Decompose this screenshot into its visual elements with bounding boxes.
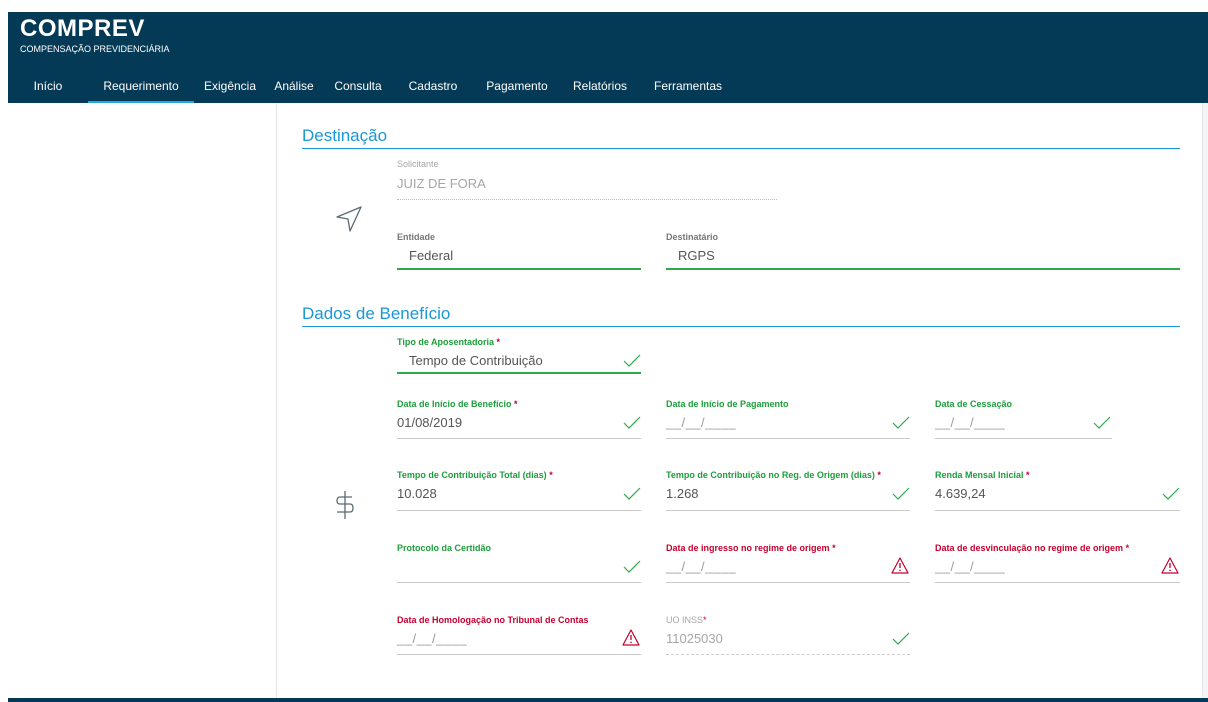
tempo-contribuicao-total-value: 10.028: [397, 486, 437, 501]
data-desvinculacao-regime-underline: [935, 582, 1180, 583]
uo-inss-label: UO INSS*: [666, 615, 707, 625]
solicitante-label: Solicitante: [397, 159, 439, 169]
data-cessacao-underline: [935, 438, 1112, 439]
tipo-aposentadoria-value: Tempo de Contribuição: [409, 353, 543, 368]
data-ingresso-regime-underline: [666, 582, 910, 583]
data-ingresso-regime-field[interactable]: Data de ingresso no regime de origem * _…: [666, 542, 910, 584]
nav-item-cadastro[interactable]: Cadastro: [394, 74, 472, 103]
data-homologacao-underline: [397, 654, 641, 655]
warning-icon: [622, 629, 640, 646]
renda-mensal-inicial-underline: [935, 510, 1180, 511]
data-homologacao-value: __/__/____: [397, 631, 468, 646]
protocolo-certidao-field[interactable]: Protocolo da Certidão: [397, 542, 641, 584]
data-desvinculacao-regime-label: Data de desvinculação no regime de orige…: [935, 543, 1130, 553]
app-header: COMPREV COMPENSAÇÃO PREVIDENCIÁRIA Iníci…: [8, 12, 1208, 105]
nav-item-analise[interactable]: Análise: [266, 74, 322, 103]
check-icon: [623, 560, 641, 573]
check-icon: [623, 487, 641, 500]
data-inicio-pagamento-field[interactable]: Data de Início de Pagamento __/__/____: [666, 398, 910, 440]
warning-icon: [891, 557, 909, 574]
renda-mensal-inicial-value: 4.639,24: [935, 486, 986, 501]
destinatario-underline: [666, 268, 1180, 270]
tipo-aposentadoria-select[interactable]: Tipo de Aposentadoria * Tempo de Contrib…: [397, 336, 641, 376]
check-icon: [1162, 487, 1180, 500]
nav-item-ferramentas[interactable]: Ferramentas: [638, 74, 738, 103]
tipo-aposentadoria-underline: [397, 372, 641, 374]
tempo-contribuicao-origem-field[interactable]: Tempo de Contribuição no Reg. de Origem …: [666, 469, 910, 511]
solicitante-underline: [397, 199, 777, 200]
nav-item-relatorios[interactable]: Relatórios: [562, 74, 638, 103]
tempo-contribuicao-origem-value: 1.268: [666, 486, 699, 501]
nav-item-requerimento[interactable]: Requerimento: [88, 74, 194, 105]
scrollbar-track[interactable]: [1202, 103, 1208, 698]
data-inicio-pagamento-underline: [666, 438, 910, 439]
tempo-contribuicao-total-label: Tempo de Contribuição Total (dias) *: [397, 470, 553, 480]
data-inicio-beneficio-field[interactable]: Data de Início de Benefício * 01/08/2019: [397, 398, 641, 440]
data-desvinculacao-regime-value: __/__/____: [935, 559, 1006, 574]
destinatario-label: Destinatário: [666, 232, 719, 242]
uo-inss-underline: [666, 654, 910, 655]
data-homologacao-label: Data de Homologação no Tribunal de Conta…: [397, 615, 589, 625]
solicitante-value: JUIZ DE FORA: [397, 176, 486, 191]
check-icon: [892, 487, 910, 500]
navigation-arrow-icon: [334, 204, 364, 239]
check-icon: [1093, 416, 1111, 429]
data-cessacao-label: Data de Cessação: [935, 399, 1013, 409]
app-title: COMPREV: [20, 15, 145, 42]
renda-mensal-inicial-field[interactable]: Renda Mensal Inicial * 4.639,24: [935, 469, 1180, 511]
uo-inss-field: UO INSS* 11025030: [666, 614, 910, 656]
nav-item-exigencia[interactable]: Exigência: [194, 74, 266, 103]
data-inicio-pagamento-value: __/__/____: [666, 415, 737, 430]
check-icon: [892, 416, 910, 429]
solicitante-field: Solicitante JUIZ DE FORA: [397, 158, 777, 202]
data-inicio-beneficio-underline: [397, 438, 641, 439]
warning-icon: [1161, 557, 1179, 574]
entidade-value: Federal: [409, 248, 454, 263]
dollar-icon: [334, 489, 356, 526]
data-inicio-beneficio-value: 01/08/2019: [397, 415, 463, 430]
section-title-beneficio: Dados de Benefício: [302, 304, 1180, 327]
protocolo-certidao-label: Protocolo da Certidão: [397, 543, 492, 553]
data-cessacao-value: __/__/____: [935, 415, 1006, 430]
check-icon: [623, 416, 641, 429]
data-desvinculacao-regime-field[interactable]: Data de desvinculação no regime de orige…: [935, 542, 1180, 584]
uo-inss-value: 11025030: [666, 631, 723, 646]
check-icon: [623, 354, 641, 367]
entidade-underline: [397, 268, 641, 270]
brand: COMPREV COMPENSAÇÃO PREVIDENCIÁRIA: [20, 16, 170, 55]
entidade-label: Entidade: [397, 232, 436, 242]
destinatario-value: RGPS: [678, 248, 715, 263]
tempo-contribuicao-total-field[interactable]: Tempo de Contribuição Total (dias) * 10.…: [397, 469, 641, 511]
nav-item-pagamento[interactable]: Pagamento: [472, 74, 562, 103]
destinatario-field[interactable]: Destinatário RGPS: [666, 231, 1180, 271]
bottom-bar: [8, 698, 1208, 702]
tempo-contribuicao-origem-label: Tempo de Contribuição no Reg. de Origem …: [666, 470, 881, 480]
data-ingresso-regime-value: __/__/____: [666, 559, 737, 574]
data-ingresso-regime-label: Data de ingresso no regime de origem *: [666, 543, 836, 553]
left-panel: [8, 103, 277, 698]
section-title-destinacao: Destinação: [302, 126, 1180, 149]
main-nav: Início Requerimento Exigência Análise Co…: [8, 74, 738, 105]
page: COMPREV COMPENSAÇÃO PREVIDENCIÁRIA Iníci…: [0, 0, 1208, 702]
tempo-contribuicao-origem-underline: [666, 510, 910, 511]
data-inicio-beneficio-label: Data de Início de Benefício *: [397, 399, 518, 409]
renda-mensal-inicial-label: Renda Mensal Inicial *: [935, 470, 1030, 480]
tipo-aposentadoria-label: Tipo de Aposentadoria *: [397, 337, 501, 347]
data-homologacao-field[interactable]: Data de Homologação no Tribunal de Conta…: [397, 614, 641, 656]
check-icon: [892, 632, 910, 645]
entidade-field[interactable]: Entidade Federal: [397, 231, 641, 271]
data-cessacao-field[interactable]: Data de Cessação __/__/____: [935, 398, 1112, 440]
protocolo-certidao-underline: [397, 582, 641, 583]
tempo-contribuicao-total-underline: [397, 510, 641, 511]
nav-item-inicio[interactable]: Início: [8, 74, 88, 103]
data-inicio-pagamento-label: Data de Início de Pagamento: [666, 399, 789, 409]
nav-item-consulta[interactable]: Consulta: [322, 74, 394, 103]
app-subtitle: COMPENSAÇÃO PREVIDENCIÁRIA: [20, 44, 170, 54]
